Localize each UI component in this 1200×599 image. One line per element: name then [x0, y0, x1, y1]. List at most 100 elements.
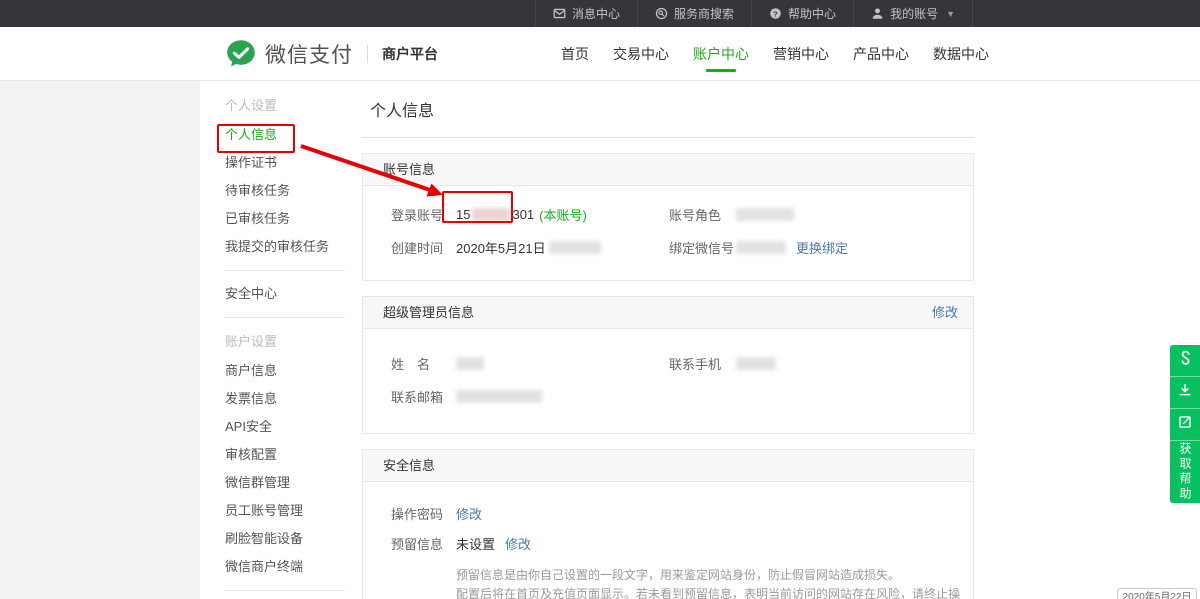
- my-account-label: 我的账号: [890, 5, 938, 22]
- sidebar-group-personal-settings: 个人设置: [200, 91, 345, 121]
- sidebar-divider: [225, 270, 345, 271]
- account-icon: [871, 7, 884, 20]
- description-line-1: 预留信息是由你自己设置的一段文字，用来鉴定网站身份，防止假冒网站造成损失。: [456, 566, 973, 585]
- provider-search-label: 服务商搜索: [674, 5, 734, 22]
- admin-name-row: 姓 名 联系手机: [363, 347, 973, 380]
- sidebar-item-personal-info[interactable]: 个人信息: [200, 121, 345, 149]
- nav-home[interactable]: 首页: [558, 27, 592, 81]
- floating-help-panel: 获取帮助: [1170, 345, 1200, 503]
- contact-phone-label: 联系手机: [669, 354, 736, 373]
- sidebar-item-face-device[interactable]: 刷脸智能设备: [200, 525, 345, 553]
- sidebar-item-reviewed-tasks[interactable]: 已审核任务: [200, 205, 345, 233]
- edit-password-link[interactable]: 修改: [456, 504, 482, 523]
- created-time-row: 创建时间 2020年5月21日 绑定微信号 更换绑定: [363, 231, 973, 264]
- nav-transaction-center[interactable]: 交易中心: [610, 27, 672, 81]
- feedback-button[interactable]: [1170, 409, 1200, 441]
- edit-reserved-info-link[interactable]: 修改: [505, 534, 531, 553]
- reserved-info-label: 预留信息: [391, 534, 456, 553]
- security-info-section: 安全信息 操作密码 修改 预留信息 未设置 修改: [362, 449, 974, 599]
- download-icon: [1178, 383, 1192, 402]
- login-account-value: 15 301: [456, 207, 534, 222]
- brand-divider: [367, 45, 368, 63]
- nav-account-center[interactable]: 账户中心: [690, 27, 752, 81]
- sidebar-item-wechat-group-mgmt[interactable]: 微信群管理: [200, 469, 345, 497]
- site-header: 微信支付 商户平台 首页 交易中心 账户中心 营销中心 产品中心 数据中心: [0, 27, 1200, 81]
- redacted-login-middle: [472, 208, 510, 221]
- edit-admin-link[interactable]: 修改: [932, 297, 958, 328]
- redacted-wechat-id: [736, 241, 786, 254]
- search-icon: [655, 7, 668, 20]
- admin-name-label: 姓 名: [391, 354, 456, 373]
- help-icon: ?: [769, 7, 782, 20]
- sidebar: 个人设置 个人信息 操作证书 待审核任务 已审核任务 我提交的审核任务 安全中心…: [200, 81, 345, 599]
- svg-text:?: ?: [773, 9, 778, 18]
- get-help-button[interactable]: 获取帮助: [1170, 441, 1200, 503]
- change-binding-link[interactable]: 更换绑定: [796, 238, 848, 257]
- message-center-label: 消息中心: [572, 5, 620, 22]
- reserved-info-description: 预留信息是由你自己设置的一段文字，用来鉴定网站身份，防止假冒网站造成损失。 配置…: [456, 566, 973, 599]
- wechat-pay-logo-icon: [225, 38, 257, 70]
- brand[interactable]: 微信支付 商户平台: [225, 27, 438, 81]
- hotline-button[interactable]: [1170, 345, 1200, 377]
- operation-password-row: 操作密码 修改: [363, 498, 973, 528]
- security-info-header: 安全信息: [363, 450, 973, 482]
- sidebar-item-security-center[interactable]: 安全中心: [200, 280, 345, 308]
- my-account-item[interactable]: 我的账号 ▼: [853, 0, 973, 27]
- redacted-contact-phone: [736, 357, 776, 370]
- operation-password-label: 操作密码: [391, 504, 456, 523]
- download-button[interactable]: [1170, 377, 1200, 409]
- admin-email-row: 联系邮箱: [363, 380, 973, 413]
- security-info-title: 安全信息: [383, 450, 435, 481]
- message-icon: [553, 7, 566, 20]
- sidebar-divider: [225, 590, 345, 591]
- nav-marketing-center[interactable]: 营销中心: [770, 27, 832, 81]
- title-divider: [362, 137, 974, 138]
- sidebar-item-my-submitted-tasks[interactable]: 我提交的审核任务: [200, 233, 345, 261]
- message-center-item[interactable]: 消息中心: [535, 0, 637, 27]
- super-admin-header: 超级管理员信息 修改: [363, 297, 973, 329]
- sidebar-item-invoice-info[interactable]: 发票信息: [200, 385, 345, 413]
- content-area: 个人设置 个人信息 操作证书 待审核任务 已审核任务 我提交的审核任务 安全中心…: [200, 81, 1200, 599]
- main-nav: 首页 交易中心 账户中心 营销中心 产品中心 数据中心: [558, 27, 992, 81]
- login-account-label: 登录账号: [391, 205, 456, 224]
- wechat-pay-merchant-page: 消息中心 服务商搜索 ? 帮助中心 我的账号 ▼: [0, 0, 1200, 599]
- account-info-header: 账号信息: [363, 154, 973, 186]
- provider-search-item[interactable]: 服务商搜索: [637, 0, 751, 27]
- sidebar-item-staff-account-mgmt[interactable]: 员工账号管理: [200, 497, 345, 525]
- page-title: 个人信息: [370, 97, 974, 121]
- redacted-account-role: [736, 208, 794, 221]
- current-account-tag: (本账号): [539, 205, 587, 224]
- account-info-section: 账号信息 登录账号 15 301 (本账号): [362, 153, 974, 281]
- reserved-info-row: 预留信息 未设置 修改: [363, 528, 973, 558]
- redacted-created-time: [549, 241, 601, 254]
- contact-email-label: 联系邮箱: [391, 387, 456, 406]
- login-account-row: 登录账号 15 301 (本账号) 账号角色: [363, 198, 973, 231]
- corner-date-box: 2020年5月22日: [1117, 588, 1197, 599]
- sidebar-item-pending-review-tasks[interactable]: 待审核任务: [200, 177, 345, 205]
- redacted-contact-email: [456, 390, 542, 403]
- sidebar-item-merchant-terminal[interactable]: 微信商户终端: [200, 553, 345, 581]
- hotline-icon: [1178, 350, 1192, 371]
- redacted-admin-name: [456, 357, 484, 370]
- sidebar-divider: [225, 317, 345, 318]
- created-time-value: 2020年5月21日: [456, 238, 546, 257]
- page-body: 个人设置 个人信息 操作证书 待审核任务 已审核任务 我提交的审核任务 安全中心…: [0, 81, 1200, 599]
- account-role-label: 账号角色: [669, 205, 736, 224]
- edit-icon: [1178, 415, 1192, 434]
- nav-data-center[interactable]: 数据中心: [930, 27, 992, 81]
- brand-name: 微信支付: [265, 39, 353, 69]
- main-content: 个人信息 账号信息 登录账号 15: [362, 81, 974, 599]
- sidebar-item-api-security[interactable]: API安全: [200, 413, 345, 441]
- sidebar-item-review-config[interactable]: 审核配置: [200, 441, 345, 469]
- nav-product-center[interactable]: 产品中心: [850, 27, 912, 81]
- super-admin-section: 超级管理员信息 修改 姓 名 联系手机 联系邮箱: [362, 296, 974, 434]
- top-utility-bar: 消息中心 服务商搜索 ? 帮助中心 我的账号 ▼: [0, 0, 1200, 27]
- help-center-label: 帮助中心: [788, 5, 836, 22]
- sidebar-item-operation-certificate[interactable]: 操作证书: [200, 149, 345, 177]
- sidebar-item-merchant-info[interactable]: 商户信息: [200, 357, 345, 385]
- portal-name: 商户平台: [382, 44, 438, 64]
- account-info-title: 账号信息: [383, 154, 435, 185]
- chevron-down-icon: ▼: [946, 9, 955, 19]
- super-admin-title: 超级管理员信息: [383, 297, 474, 328]
- help-center-item[interactable]: ? 帮助中心: [751, 0, 853, 27]
